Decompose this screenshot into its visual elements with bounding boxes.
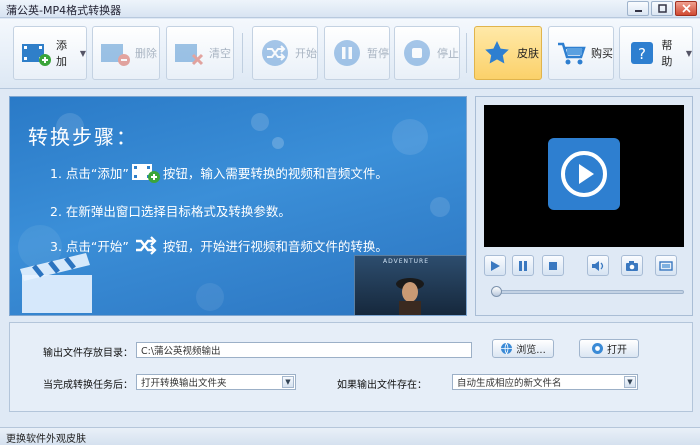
close-button[interactable] xyxy=(675,1,697,16)
pirate-figure-image xyxy=(396,278,424,315)
output-dir-value: C:\蒲公英视频输出 xyxy=(141,346,221,357)
guide-heading: 转换步骤： xyxy=(28,125,138,149)
output-settings-panel: 输出文件存放目录： C:\蒲公英视频输出 浏览... 打开 当完成转换任务后： … xyxy=(9,322,693,412)
status-text: 更换软件外观皮肤 xyxy=(6,434,86,445)
status-bar: 更换软件外观皮肤 xyxy=(0,427,700,445)
after-done-select[interactable]: 打开转换输出文件夹 ▼ xyxy=(136,374,296,390)
delete-button[interactable]: 删除 xyxy=(92,26,160,80)
title-bar: 蒲公英-MP4格式转换器 xyxy=(0,0,700,18)
guide-step-1: 1. 点击“添加” 按钮，输入需要转换的视频和音频文件。 xyxy=(50,161,388,183)
skin-button[interactable]: 皮肤 xyxy=(474,26,542,80)
play-icon xyxy=(561,151,607,197)
add-video-icon xyxy=(131,161,161,183)
shuffle-icon xyxy=(131,234,161,256)
stop-button[interactable]: 停止 xyxy=(394,26,460,80)
star-icon xyxy=(481,37,513,69)
help-icon: ? xyxy=(626,37,657,69)
video-player-panel xyxy=(475,96,693,316)
step2-text: 2. 在新弹出窗口选择目标格式及转换参数。 xyxy=(50,204,291,219)
clear-button[interactable]: 清空 xyxy=(166,26,234,80)
help-label: 帮助 xyxy=(661,39,673,68)
clapperboard-icon xyxy=(20,253,92,313)
delete-video-icon xyxy=(99,37,131,69)
speaker-icon xyxy=(592,260,604,271)
buy-label: 购买 xyxy=(591,47,613,60)
fullscreen-button[interactable] xyxy=(655,255,677,276)
start-label: 开始 xyxy=(295,47,317,60)
open-button[interactable]: 打开 xyxy=(579,339,639,358)
add-video-icon xyxy=(20,37,52,69)
progress-slider-handle[interactable] xyxy=(491,286,502,297)
stop-icon xyxy=(401,37,433,69)
open-folder-icon xyxy=(592,343,603,354)
guide-step-2: 2. 在新弹出窗口选择目标格式及转换参数。 xyxy=(50,201,291,220)
globe-icon xyxy=(501,342,513,355)
add-button[interactable]: 添加 ▼ xyxy=(13,26,87,80)
video-preview-screen[interactable] xyxy=(484,105,684,247)
pause-icon xyxy=(331,37,363,69)
toolbar-divider xyxy=(242,33,243,73)
shuffle-icon xyxy=(259,37,291,69)
shopping-cart-icon xyxy=(555,37,587,69)
stop-label: 停止 xyxy=(437,47,459,60)
chevron-down-icon: ▼ xyxy=(624,376,636,388)
poster-text: ADVENTURE xyxy=(383,258,430,265)
window-title: 蒲公英-MP4格式转换器 xyxy=(6,4,122,17)
if-exists-value: 自动生成相应的新文件名 xyxy=(457,378,562,389)
player-stop-button[interactable] xyxy=(542,255,564,276)
start-button[interactable]: 开始 xyxy=(252,26,318,80)
if-exists-select[interactable]: 自动生成相应的新文件名 ▼ xyxy=(452,374,638,390)
toolbar: 添加 ▼ 删除 清空 开始 暂停 停止 皮肤 购买 ? 帮助 ▼ xyxy=(0,19,700,89)
movie-poster-image: ADVENTURE xyxy=(354,255,466,315)
open-label: 打开 xyxy=(607,345,627,356)
maximize-icon xyxy=(657,4,667,13)
toolbar-divider xyxy=(466,33,467,73)
pause-icon xyxy=(519,260,527,271)
clear-video-icon xyxy=(173,37,205,69)
camera-icon xyxy=(626,260,638,271)
chevron-down-icon[interactable]: ▼ xyxy=(686,49,692,58)
step1-text-start: 1. 点击“添加” xyxy=(50,165,129,181)
play-icon xyxy=(491,260,500,271)
after-done-value: 打开转换输出文件夹 xyxy=(141,378,227,389)
screen-icon xyxy=(659,260,673,271)
minimize-button[interactable] xyxy=(627,1,649,16)
step1-text-end: 按钮，输入需要转换的视频和音频文件。 xyxy=(162,165,388,181)
minimize-icon xyxy=(634,10,642,12)
pause-label: 暂停 xyxy=(367,47,389,60)
stop-icon xyxy=(549,261,557,270)
if-exists-label: 如果输出文件存在： xyxy=(337,380,427,391)
player-play-button[interactable] xyxy=(484,255,506,276)
add-label: 添加 xyxy=(56,39,67,68)
conversion-guide-panel: 转换步骤： 1. 点击“添加” 按钮，输入需要转换的视频和音频文件。 2. 在新… xyxy=(9,96,467,316)
volume-button[interactable] xyxy=(587,255,609,276)
maximize-button[interactable] xyxy=(651,1,673,16)
player-pause-button[interactable] xyxy=(512,255,534,276)
after-done-label: 当完成转换任务后： xyxy=(43,380,133,391)
play-overlay-button[interactable] xyxy=(548,138,620,210)
pause-button[interactable]: 暂停 xyxy=(324,26,390,80)
chevron-down-icon[interactable]: ▼ xyxy=(80,49,86,58)
playback-progress-slider[interactable] xyxy=(491,286,684,297)
clear-label: 清空 xyxy=(209,47,231,60)
chevron-down-icon: ▼ xyxy=(282,376,294,388)
output-dir-input[interactable]: C:\蒲公英视频输出 xyxy=(136,342,472,358)
svg-text:?: ? xyxy=(638,45,646,63)
step3-text-end: 按钮，开始进行视频和音频文件的转换。 xyxy=(162,238,388,254)
snapshot-button[interactable] xyxy=(621,255,643,276)
browse-label: 浏览... xyxy=(516,345,546,356)
help-button[interactable]: ? 帮助 ▼ xyxy=(619,26,693,80)
output-dir-label: 输出文件存放目录： xyxy=(43,348,133,359)
close-icon xyxy=(681,4,691,13)
browse-button[interactable]: 浏览... xyxy=(492,339,554,358)
delete-label: 删除 xyxy=(135,47,157,60)
buy-button[interactable]: 购买 xyxy=(548,26,614,80)
skin-label: 皮肤 xyxy=(517,47,539,60)
